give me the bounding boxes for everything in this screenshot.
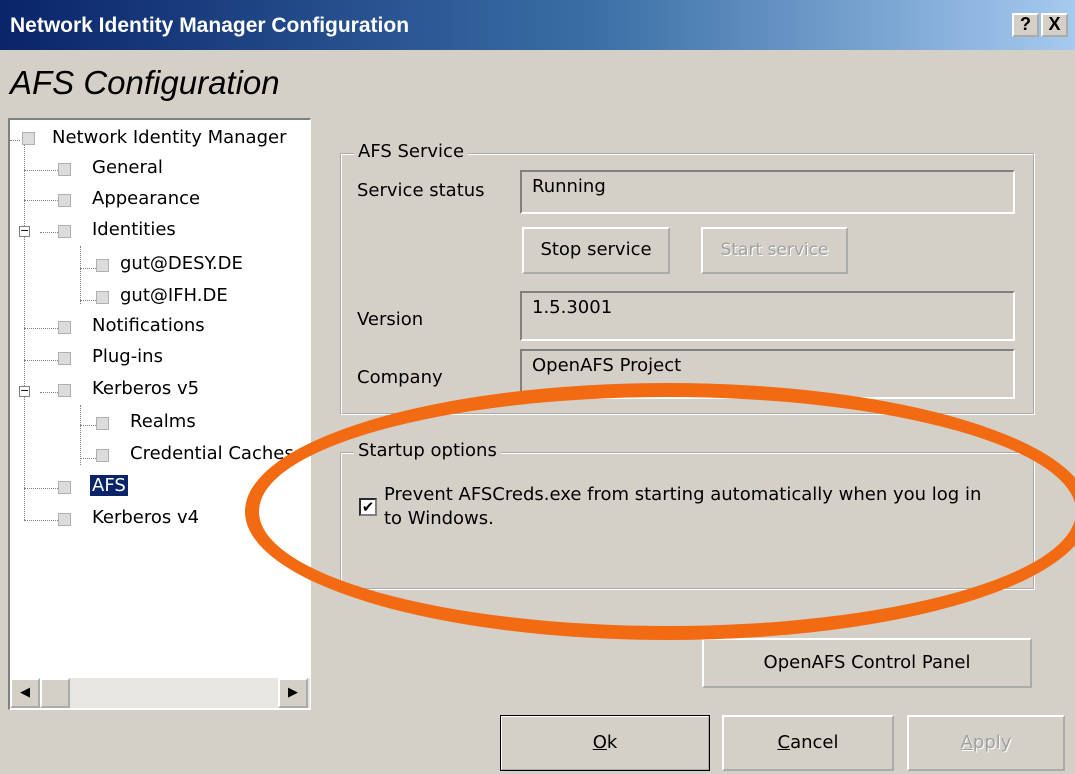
- tree-item-label: Kerberos v4: [92, 507, 200, 528]
- scroll-left-icon[interactable]: ◀: [10, 678, 40, 708]
- tree-item-label: Kerberos v5: [92, 378, 200, 399]
- start-service-button[interactable]: Start service: [701, 227, 848, 274]
- ok-rest: k: [606, 732, 618, 753]
- tree-item-identity-desy[interactable]: gut@DESY.DE: [96, 252, 243, 276]
- node-icon: [96, 291, 109, 304]
- node-icon: [58, 225, 71, 238]
- prevent-afscreds-label-line1: Prevent AFSCreds.exe from starting autom…: [384, 484, 982, 505]
- version-label: Version: [357, 309, 424, 330]
- window-title: Network Identity Manager Configuration: [10, 14, 410, 37]
- kerberos-v5-collapse-icon[interactable]: −: [19, 385, 30, 397]
- tree-item-label: Plug-ins: [92, 346, 163, 367]
- tree-item-plugins[interactable]: Plug-ins: [58, 345, 163, 369]
- node-icon: [22, 132, 35, 145]
- tree-item-notifications[interactable]: Notifications: [58, 314, 205, 338]
- tree-item-label: Realms: [130, 411, 196, 432]
- node-icon: [58, 163, 71, 176]
- node-icon: [58, 513, 71, 526]
- tree-item-identity-ifh[interactable]: gut@IFH.DE: [96, 284, 228, 308]
- tree-item-label: gut@IFH.DE: [120, 285, 228, 306]
- tree-item-label: General: [92, 157, 163, 178]
- tree-item-general[interactable]: General: [58, 156, 163, 180]
- node-icon: [58, 481, 71, 494]
- node-icon: [58, 384, 71, 397]
- tree-item-kerberos-v4[interactable]: Kerberos v4: [58, 506, 199, 530]
- node-icon: [96, 417, 109, 430]
- tree-item-appearance[interactable]: Appearance: [58, 187, 200, 211]
- tree-item-label: Credential Caches: [130, 443, 294, 464]
- ok-button[interactable]: Ok: [500, 715, 710, 771]
- service-status-label: Service status: [357, 180, 485, 201]
- apply-button[interactable]: Apply: [907, 715, 1065, 771]
- tree-item-root[interactable]: Network Identity Manager: [22, 126, 286, 150]
- tree-item-label: AFS: [90, 475, 128, 496]
- tree-item-label: Appearance: [92, 188, 201, 209]
- cancel-accel: C: [777, 732, 791, 753]
- openafs-control-panel-button[interactable]: OpenAFS Control Panel: [702, 638, 1032, 688]
- apply-accel: A: [960, 732, 973, 753]
- apply-rest: pply: [972, 732, 1012, 753]
- node-icon: [96, 449, 109, 462]
- node-icon: [58, 352, 71, 365]
- prevent-afscreds-checkbox[interactable]: ✔: [359, 498, 377, 516]
- tree-item-credential-caches[interactable]: Credential Caches: [96, 442, 294, 466]
- close-button[interactable]: X: [1041, 13, 1068, 37]
- tree-item-afs[interactable]: AFS: [58, 474, 128, 498]
- cancel-rest: ancel: [790, 732, 839, 753]
- tree-item-label: Notifications: [92, 315, 205, 336]
- ok-accel: O: [592, 732, 607, 753]
- group-legend: Startup options: [354, 440, 501, 461]
- stop-service-button[interactable]: Stop service: [522, 227, 670, 274]
- scroll-thumb[interactable]: [40, 678, 70, 708]
- page-title: AFS Configuration: [10, 64, 280, 101]
- tree-item-identities[interactable]: Identities: [58, 218, 176, 242]
- tree-item-realms[interactable]: Realms: [96, 410, 196, 434]
- company-label: Company: [357, 367, 443, 388]
- node-icon: [58, 321, 71, 334]
- service-status-field: Running: [520, 170, 1015, 214]
- group-legend: AFS Service: [354, 141, 469, 162]
- tree-item-label: Network Identity Manager: [52, 127, 287, 148]
- company-field: OpenAFS Project: [520, 349, 1015, 399]
- version-field: 1.5.3001: [520, 291, 1015, 341]
- tree-item-kerberos-v5[interactable]: Kerberos v5: [58, 377, 199, 401]
- tree-item-label: Identities: [92, 219, 176, 240]
- navigation-tree[interactable]: − − Network Identity Manager General App…: [8, 118, 311, 710]
- tree-horizontal-scrollbar[interactable]: ◀ ▶: [10, 678, 310, 708]
- cancel-button[interactable]: Cancel: [722, 715, 894, 771]
- node-icon: [96, 259, 109, 272]
- scroll-right-icon[interactable]: ▶: [278, 678, 308, 708]
- identities-collapse-icon[interactable]: −: [19, 225, 30, 237]
- help-button[interactable]: ?: [1012, 13, 1039, 37]
- prevent-afscreds-label-line2: to Windows.: [384, 508, 494, 529]
- tree-item-label: gut@DESY.DE: [120, 253, 243, 274]
- node-icon: [58, 194, 71, 207]
- title-bar: Network Identity Manager Configuration ?…: [0, 0, 1075, 50]
